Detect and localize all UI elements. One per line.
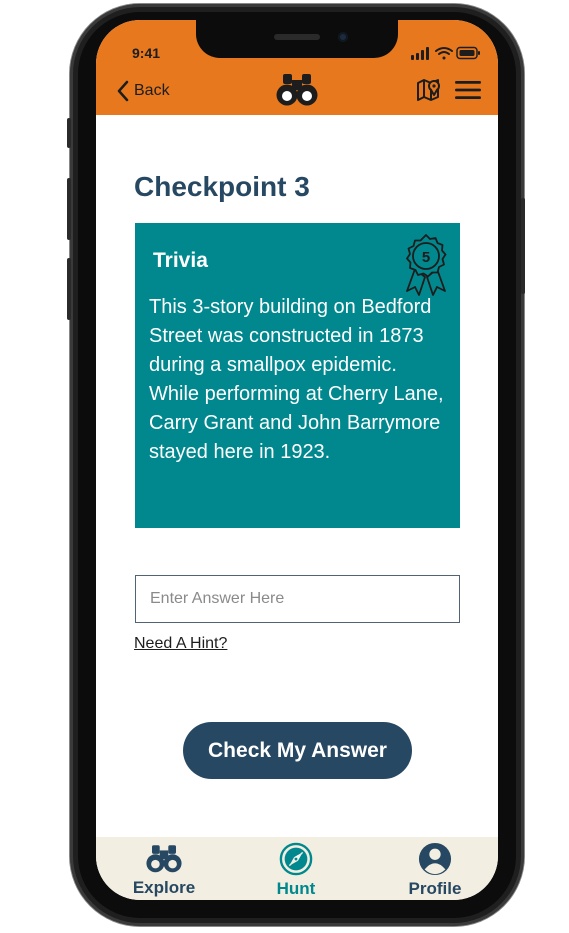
hint-link[interactable]: Need A Hint? (134, 635, 227, 653)
tab-label-hunt: Hunt (276, 879, 316, 898)
tab-label-explore: Explore (132, 878, 196, 897)
back-button[interactable]: Back (116, 80, 170, 102)
phone-screen: 9:41 Back Checkpoint 3 Trivia 5 This 3-s… (96, 20, 498, 900)
card-label: Trivia (153, 249, 208, 272)
status-icons (411, 46, 480, 60)
tab-label-profile: Profile (408, 879, 462, 898)
page-title: Checkpoint 3 (134, 171, 310, 202)
camera (338, 32, 348, 42)
notch (196, 20, 398, 58)
check-answer-button[interactable]: Check My Answer (183, 722, 412, 779)
volume-down-button (67, 258, 71, 320)
tab-hunt[interactable]: Hunt (256, 837, 336, 900)
award-ribbon-icon: 5 (406, 234, 447, 296)
power-button (521, 198, 525, 294)
trivia-card: Trivia 5 This 3-story building on Bedfor… (135, 223, 460, 528)
battery-icon (456, 46, 480, 60)
status-time: 9:41 (132, 45, 161, 61)
volume-up-button (67, 178, 71, 240)
silent-switch (67, 118, 71, 148)
speaker (274, 34, 320, 40)
badge-value: 5 (422, 249, 430, 266)
answer-input[interactable] (135, 575, 460, 623)
bottom-tab-bar: Explore Hunt Profile (96, 837, 498, 900)
user-circle-icon (418, 842, 452, 876)
hamburger-menu-icon[interactable] (455, 80, 481, 100)
back-label: Back (134, 82, 170, 99)
main-content: Checkpoint 3 Trivia 5 This 3-story build… (96, 115, 498, 837)
wifi-icon (435, 47, 453, 60)
tab-explore[interactable]: Explore (124, 837, 204, 900)
trivia-text: This 3-story building on Bedford Street … (149, 296, 444, 463)
binoculars-icon[interactable] (276, 72, 318, 108)
app-header: 9:41 Back (96, 20, 498, 115)
chevron-left-icon (117, 80, 129, 102)
signal-icon (411, 47, 429, 60)
tab-profile[interactable]: Profile (395, 837, 475, 900)
binoculars-icon (146, 845, 182, 873)
compass-icon (279, 842, 313, 876)
map-pin-icon[interactable] (416, 78, 442, 102)
